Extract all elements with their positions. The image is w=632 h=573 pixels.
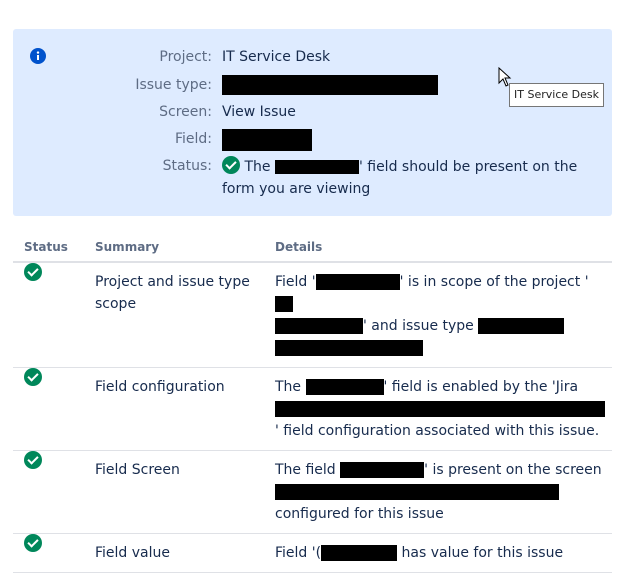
project-row: Project: IT Service Desk [13,47,612,71]
summary-cell: Field value [95,533,275,573]
details-cell: The field ' is present on the screen con… [275,450,612,534]
status-label: Status: [162,158,212,174]
details-fragment: has value for this issue [397,545,564,561]
details-fragment: ' field configuration associated with th… [275,423,600,439]
project-value: IT Service Desk [222,49,331,65]
table-row: Project and issue type scope Field ' ' is… [13,262,612,368]
status-cell [13,450,95,534]
redacted-block [340,462,425,478]
status-cell [13,367,95,451]
details-fragment: Field ' [275,274,316,290]
details-fragment: ' field is enabled by the 'Jira [383,379,579,395]
details-fragment: The [275,379,306,395]
summary-text: Field Screen [95,462,180,478]
redacted-block [275,296,293,312]
summary-cell: Field Screen [95,450,275,534]
column-header-summary: Summary [95,233,275,263]
details-text: The field ' is present on the screen con… [275,451,611,533]
table-row: Field configuration The ' field is enabl… [13,367,612,451]
status-message: The ' field should be present on the for… [222,156,592,200]
issue-type-value [222,75,438,95]
project-label: Project: [159,49,212,65]
details-fragment: The field [275,462,341,478]
summary-cell: Project and issue type scope [95,262,275,368]
redacted-block [275,318,363,334]
details-fragment: ' is in scope of the project ' [399,274,589,290]
details-text: Field ' ' is in scope of the project ' ' … [275,263,605,367]
redacted-block [222,75,438,95]
success-check-icon [24,451,42,469]
table-header-row: Status Summary Details [13,233,612,263]
redacted-block [315,274,400,290]
redacted-block [275,484,559,500]
status-cell [13,262,95,368]
summary-text: Project and issue type scope [95,274,250,312]
redacted-block [275,340,423,356]
details-cell: The ' field is enabled by the 'Jira ' fi… [275,367,612,451]
summary-cell: Field configuration [95,367,275,451]
details-cell: Field ' ' is in scope of the project ' ' … [275,262,612,368]
status-row: Status: The ' field should be present on… [13,156,612,204]
redacted-block [275,401,605,417]
redacted-block [274,160,359,174]
details-fragment: ' is present on the screen [424,462,602,478]
summary-text: Field value [95,545,171,561]
success-check-icon [24,368,42,386]
redacted-block [222,129,312,151]
screen-label: Screen: [159,104,212,120]
details-cell: Field '( has value for this issue [275,533,612,573]
column-header-details: Details [275,233,612,263]
redacted-block [478,318,565,334]
status-cell [13,533,95,573]
table-row: Field value Field '( has value for this … [13,533,612,573]
issue-type-label: Issue type: [135,77,212,93]
success-check-icon [24,534,42,552]
field-row: Field: [13,129,612,153]
status-text-pre: The [244,159,271,175]
details-fragment: Field '( [275,545,322,561]
details-fragment: configured for this issue [275,506,444,522]
details-text: Field '( has value for this issue [275,534,612,572]
success-check-icon [222,156,240,174]
table-row: Field Screen The field ' is present on t… [13,450,612,534]
success-check-icon [24,263,42,281]
summary-text: Field configuration [95,379,225,395]
field-value [222,129,312,151]
details-text: The ' field is enabled by the 'Jira ' fi… [275,368,611,450]
issue-info-panel: Project: IT Service Desk Issue type: Scr… [13,29,612,216]
field-label: Field: [174,131,212,147]
column-header-status: Status [13,233,95,263]
screen-value: View Issue [222,104,296,120]
field-check-table: Status Summary Details Project and issue… [13,233,612,573]
redacted-block [321,545,398,561]
redacted-block [305,379,384,395]
tooltip: IT Service Desk [509,83,604,107]
details-fragment: ' and issue type [363,318,479,334]
